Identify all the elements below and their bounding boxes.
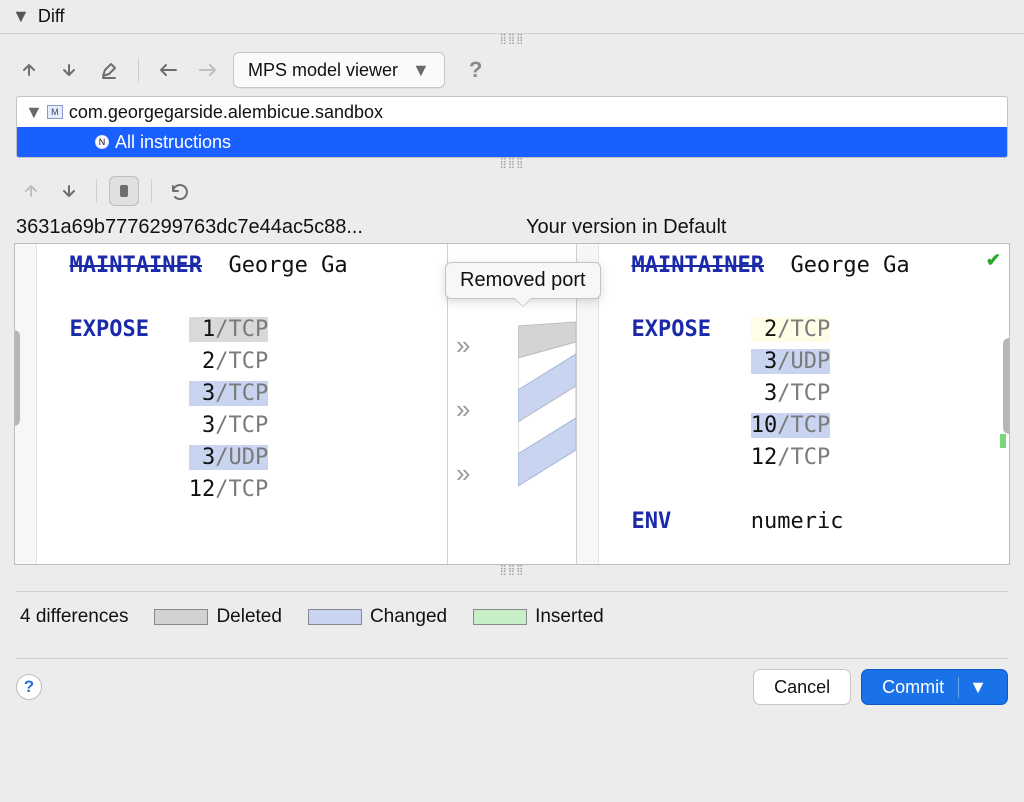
viewer-selector[interactable]: MPS model viewer ▼ bbox=[233, 52, 445, 88]
diff-toolbar: MPS model viewer ▼ ? bbox=[0, 44, 1024, 96]
module-icon: M bbox=[47, 105, 63, 119]
separator bbox=[138, 58, 139, 82]
help-icon[interactable]: ? bbox=[469, 57, 482, 83]
marker-inserted bbox=[1000, 434, 1006, 448]
apply-right-icon[interactable]: » bbox=[456, 330, 470, 361]
tree-expand-icon[interactable]: ▼ bbox=[25, 102, 43, 123]
apply-right-icon[interactable]: » bbox=[456, 394, 470, 425]
next-file-icon[interactable] bbox=[54, 55, 84, 85]
scrollbar-thumb[interactable] bbox=[1003, 338, 1009, 434]
cancel-button[interactable]: Cancel bbox=[753, 669, 851, 705]
commit-label: Commit bbox=[882, 677, 944, 698]
tree-module-row[interactable]: ▼ M com.georgegarside.alembicue.sandbox bbox=[17, 97, 1007, 127]
diff-tooltip: Removed port bbox=[445, 262, 601, 299]
dialog-footer: ? Cancel Commit ▼ bbox=[0, 659, 1024, 715]
help-button[interactable]: ? bbox=[16, 674, 42, 700]
left-editor[interactable]: MAINTAINER George Ga EXPOSE 1/TCP 2/TCP … bbox=[15, 244, 447, 564]
right-editor[interactable]: MAINTAINER George Ga EXPOSE 2/TCP 3/UDP … bbox=[577, 244, 1009, 564]
node-icon: N bbox=[95, 135, 109, 149]
cancel-label: Cancel bbox=[774, 677, 830, 698]
panel-title: Diff bbox=[38, 6, 65, 27]
resize-grip[interactable]: ⣿⣿⣿ bbox=[0, 565, 1024, 575]
scrollbar-thumb[interactable] bbox=[15, 330, 20, 426]
separator bbox=[96, 179, 97, 203]
legend-inserted: Inserted bbox=[473, 606, 604, 628]
right-title: Your version in Default bbox=[498, 216, 1008, 239]
tree-node-row[interactable]: N All instructions bbox=[17, 127, 1007, 157]
file-tree: ▼ M com.georgegarside.alembicue.sandbox … bbox=[16, 96, 1008, 158]
next-diff-icon[interactable] bbox=[54, 176, 84, 206]
editor-titles: 3631a69b7776299763dc7e44ac5c88... Your v… bbox=[0, 214, 1024, 243]
panel-header: ▼ Diff bbox=[0, 0, 1024, 34]
chevron-down-icon: ▼ bbox=[412, 60, 430, 81]
revert-icon[interactable] bbox=[164, 176, 194, 206]
legend-changed: Changed bbox=[308, 606, 447, 628]
prev-file-icon[interactable] bbox=[14, 55, 44, 85]
module-name: com.georgegarside.alembicue.sandbox bbox=[69, 102, 383, 123]
resize-grip[interactable]: ⣿⣿⣿ bbox=[0, 158, 1024, 168]
commit-dropdown-icon[interactable]: ▼ bbox=[958, 677, 987, 698]
prev-diff-icon[interactable] bbox=[16, 176, 46, 206]
diff-nav-toolbar bbox=[0, 168, 1024, 214]
legend-deleted: Deleted bbox=[154, 606, 282, 628]
node-name: All instructions bbox=[115, 132, 231, 153]
back-icon[interactable] bbox=[153, 55, 183, 85]
diff-count: 4 differences bbox=[20, 606, 128, 628]
left-code[interactable]: MAINTAINER George Ga EXPOSE 1/TCP 2/TCP … bbox=[15, 244, 447, 512]
left-title: 3631a69b7776299763dc7e44ac5c88... bbox=[16, 216, 498, 239]
diff-legend: 4 differences Deleted Changed Inserted bbox=[0, 592, 1024, 642]
sync-scroll-icon[interactable] bbox=[109, 176, 139, 206]
commit-button[interactable]: Commit ▼ bbox=[861, 669, 1008, 705]
separator bbox=[151, 179, 152, 203]
right-code[interactable]: MAINTAINER George Ga EXPOSE 2/TCP 3/UDP … bbox=[577, 244, 1009, 544]
apply-right-icon[interactable]: » bbox=[456, 458, 470, 489]
edit-icon[interactable] bbox=[94, 55, 124, 85]
viewer-label: MPS model viewer bbox=[248, 60, 398, 81]
tooltip-text: Removed port bbox=[460, 269, 586, 291]
resize-grip[interactable]: ⣿⣿⣿ bbox=[0, 34, 1024, 44]
forward-icon[interactable] bbox=[193, 55, 223, 85]
collapse-icon[interactable]: ▼ bbox=[12, 6, 30, 27]
diff-editors: ✔ ✔ Removed port MAINTAINER George Ga EX… bbox=[14, 243, 1010, 565]
